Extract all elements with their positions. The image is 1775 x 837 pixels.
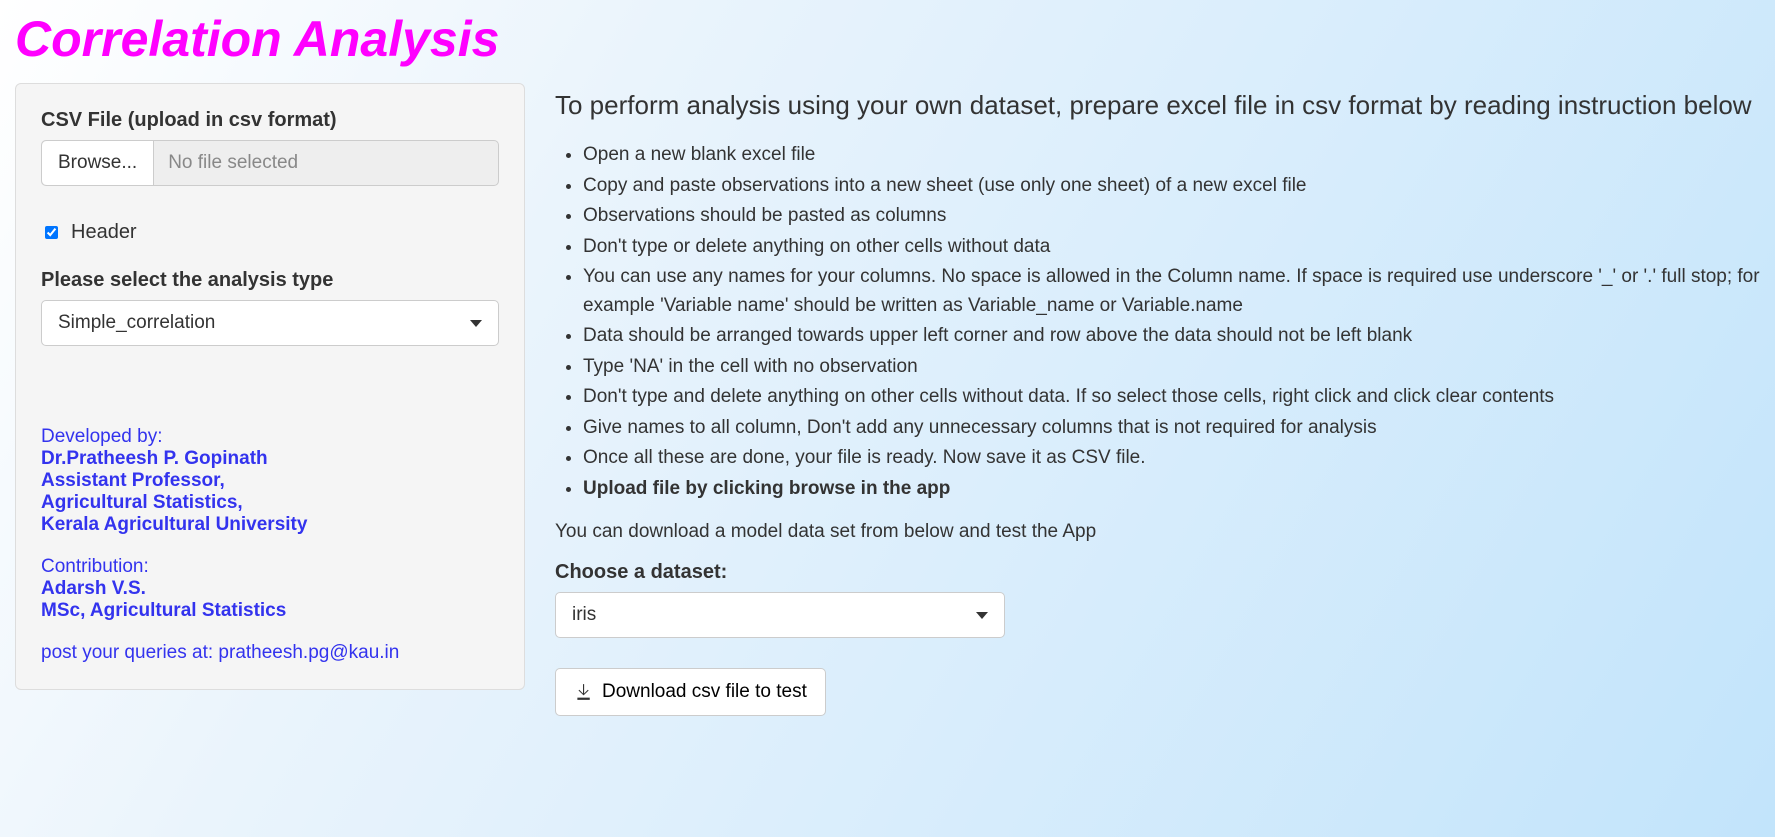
analysis-type-label: Please select the analysis type	[41, 269, 499, 292]
contributor-role: MSc, Agricultural Statistics	[41, 600, 499, 622]
instruction-list: Open a new blank excel file Copy and pas…	[555, 141, 1760, 503]
dataset-select[interactable]: iris	[555, 592, 1005, 638]
download-button[interactable]: Download csv file to test	[555, 668, 826, 716]
main-panel: To perform analysis using your own datas…	[555, 83, 1760, 716]
file-upload-label: CSV File (upload in csv format)	[41, 109, 499, 132]
instruction-heading: To perform analysis using your own datas…	[555, 88, 1760, 123]
credits-block: Developed by: Dr.Pratheesh P. Gopinath A…	[41, 426, 499, 664]
download-note: You can download a model data set from b…	[555, 521, 1760, 543]
header-checkbox-label: Header	[71, 221, 137, 244]
instruction-item: Once all these are done, your file is re…	[583, 444, 1760, 473]
author-role: Assistant Professor,	[41, 470, 499, 492]
contact-text: post your queries at: pratheesh.pg@kau.i…	[41, 642, 499, 664]
caret-down-icon	[470, 320, 482, 327]
instruction-item: Don't type and delete anything on other …	[583, 383, 1760, 412]
instruction-item: Open a new blank excel file	[583, 141, 1760, 170]
author-uni: Kerala Agricultural University	[41, 514, 499, 536]
header-checkbox[interactable]	[45, 226, 58, 239]
developed-by-label: Developed by:	[41, 426, 499, 448]
dataset-label: Choose a dataset:	[555, 561, 1760, 584]
file-input[interactable]: Browse... No file selected	[41, 140, 499, 186]
analysis-type-value: Simple_correlation	[58, 312, 215, 334]
instruction-item: Type 'NA' in the cell with no observatio…	[583, 353, 1760, 382]
instruction-item: Upload file by clicking browse in the ap…	[583, 475, 1760, 504]
author-name: Dr.Pratheesh P. Gopinath	[41, 448, 499, 470]
instruction-item: Don't type or delete anything on other c…	[583, 233, 1760, 262]
sidebar-panel: CSV File (upload in csv format) Browse..…	[15, 83, 525, 690]
contribution-label: Contribution:	[41, 556, 499, 578]
instruction-item: Copy and paste observations into a new s…	[583, 172, 1760, 201]
author-dept: Agricultural Statistics,	[41, 492, 499, 514]
contributor-name: Adarsh V.S.	[41, 578, 499, 600]
caret-down-icon	[976, 612, 988, 619]
browse-button[interactable]: Browse...	[42, 141, 154, 185]
download-icon	[574, 683, 592, 701]
page-title: Correlation Analysis	[15, 10, 1760, 68]
dataset-value: iris	[572, 604, 596, 626]
instruction-item: Observations should be pasted as columns	[583, 202, 1760, 231]
analysis-type-select[interactable]: Simple_correlation	[41, 300, 499, 346]
file-status-text: No file selected	[154, 141, 312, 185]
download-button-label: Download csv file to test	[602, 681, 807, 703]
instruction-item: Data should be arranged towards upper le…	[583, 322, 1760, 351]
instruction-item: You can use any names for your columns. …	[583, 263, 1760, 320]
instruction-item: Give names to all column, Don't add any …	[583, 414, 1760, 443]
